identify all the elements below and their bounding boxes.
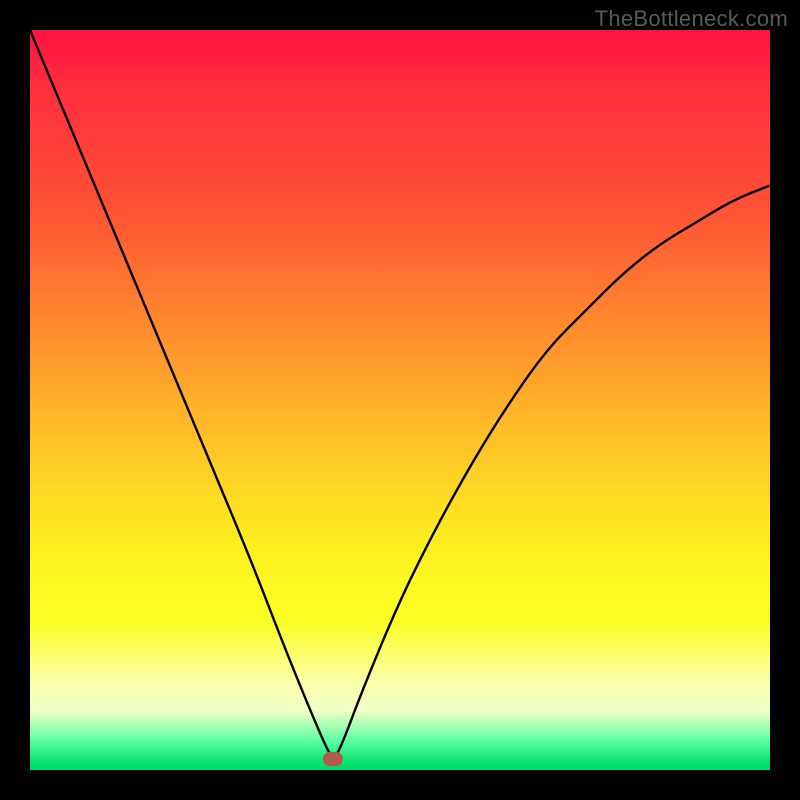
bottleneck-curve [30, 30, 770, 770]
plot-area [30, 30, 770, 770]
optimal-point-marker [323, 752, 343, 766]
chart-frame: TheBottleneck.com [0, 0, 800, 800]
watermark-text: TheBottleneck.com [595, 6, 788, 32]
curve-path [30, 30, 770, 756]
